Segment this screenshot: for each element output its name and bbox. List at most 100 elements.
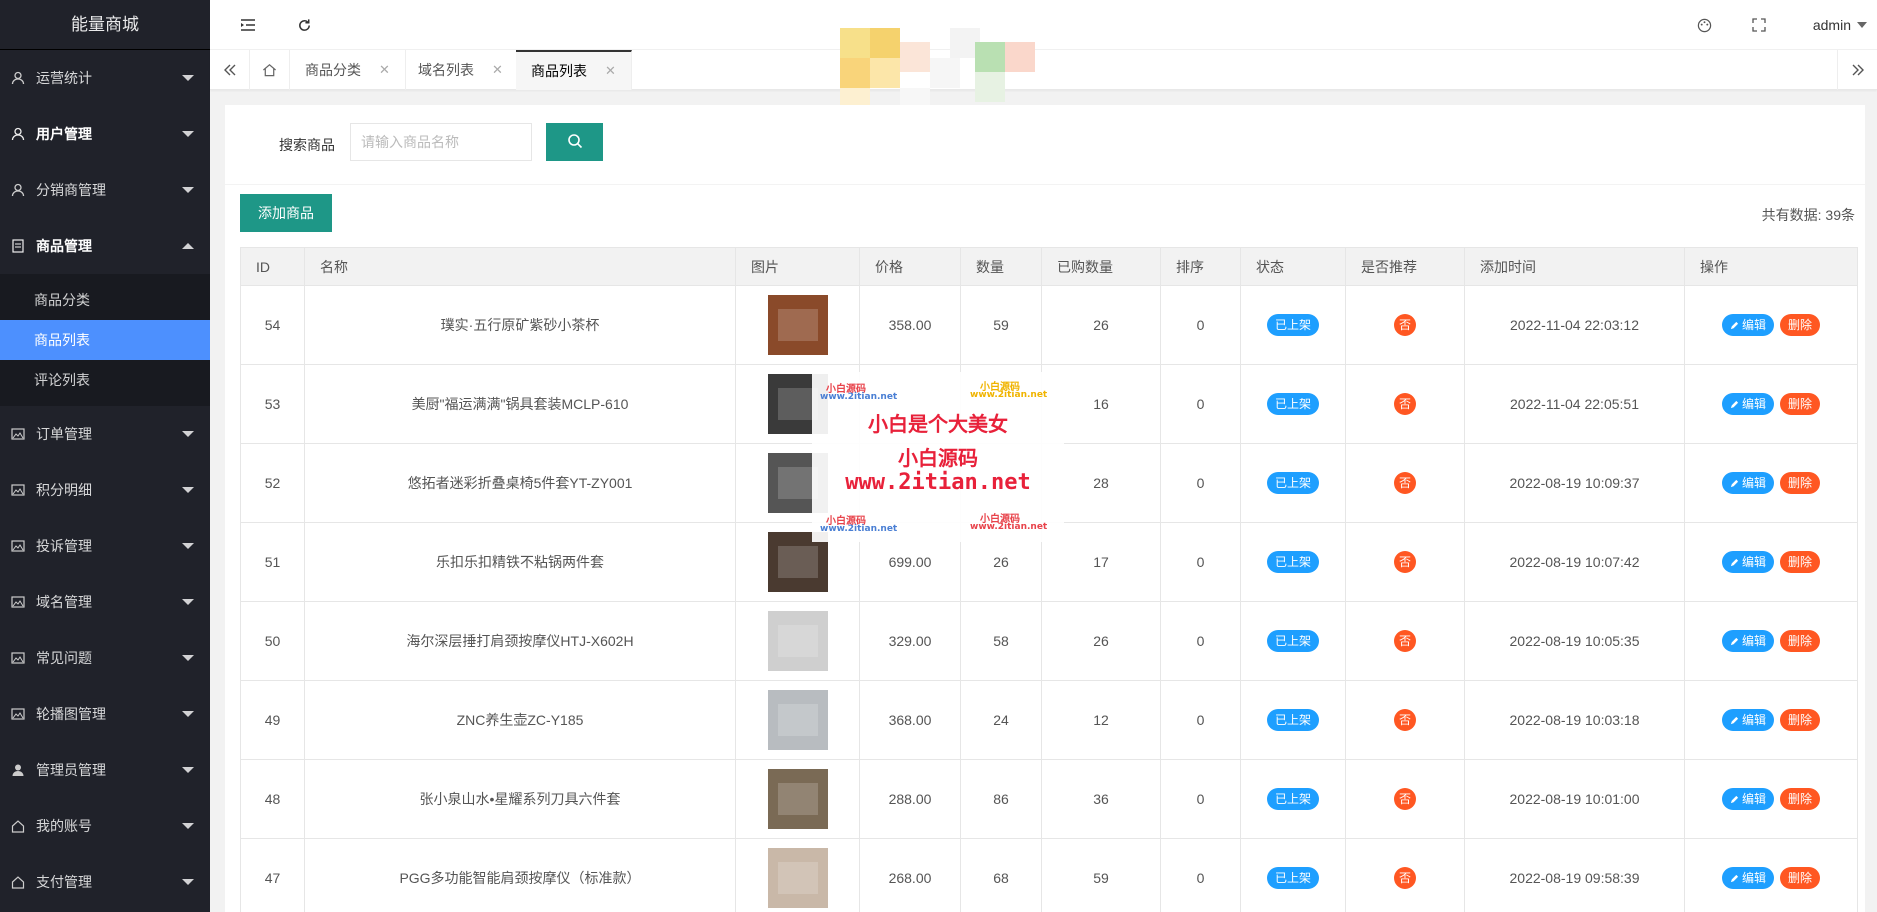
product-thumbnail[interactable] — [767, 690, 828, 750]
product-thumbnail[interactable] — [767, 769, 828, 829]
delete-button[interactable]: 删除 — [1780, 709, 1821, 731]
edit-button[interactable]: 编辑 — [1721, 314, 1774, 336]
product-thumbnail[interactable] — [767, 532, 828, 592]
sidebar-item-admins[interactable]: 管理员管理 — [0, 742, 210, 798]
table-row: 48 张小泉山水•星耀系列刀具六件套 288.00 86 36 0 已上架 否 2022-08-… — [240, 759, 1858, 839]
close-icon[interactable]: ✕ — [605, 63, 616, 79]
sidebar-subitem-product-list[interactable]: 商品列表 — [0, 320, 210, 360]
add-product-button[interactable]: 添加商品 — [240, 194, 332, 232]
cell-sort: 0 — [1160, 759, 1241, 839]
recommend-badge[interactable]: 否 — [1394, 393, 1416, 415]
cell-name: 璞实·五行原矿紫砂小茶杯 — [304, 285, 736, 365]
recommend-badge[interactable]: 否 — [1394, 788, 1416, 810]
table-row: 49 ZNC养生壶ZC-Y185 368.00 24 12 0 已上架 否 2022-08-19… — [240, 680, 1858, 760]
status-badge[interactable]: 已上架 — [1266, 867, 1319, 889]
cell-name: ZNC养生壶ZC-Y185 — [304, 680, 736, 760]
cell-recommend: 否 — [1345, 443, 1465, 523]
status-badge[interactable]: 已上架 — [1266, 314, 1319, 336]
close-icon[interactable]: ✕ — [379, 62, 390, 78]
search-button[interactable] — [546, 123, 603, 161]
collapse-menu-icon[interactable] — [230, 0, 266, 50]
cell-actions: 编辑 删除 — [1684, 443, 1858, 523]
edit-button[interactable]: 编辑 — [1721, 472, 1774, 494]
cell-recommend: 否 — [1345, 680, 1465, 760]
cell-quantity: 86 — [960, 759, 1042, 839]
tabs-scroll-right-icon[interactable] — [1837, 50, 1877, 90]
theme-palette-icon[interactable] — [1686, 0, 1722, 50]
status-badge[interactable]: 已上架 — [1266, 630, 1319, 652]
fullscreen-icon[interactable] — [1741, 0, 1777, 50]
sidebar-item-faq[interactable]: 常见问题 — [0, 630, 210, 686]
tab-product-categories[interactable]: 商品分类 ✕ — [290, 50, 406, 90]
status-badge[interactable]: 已上架 — [1266, 551, 1319, 573]
delete-button[interactable]: 删除 — [1780, 788, 1821, 810]
recommend-badge[interactable]: 否 — [1394, 709, 1416, 731]
edit-button[interactable]: 编辑 — [1721, 630, 1774, 652]
sidebar-item-banners[interactable]: 轮播图管理 — [0, 686, 210, 742]
edit-button[interactable]: 编辑 — [1721, 867, 1774, 889]
status-badge[interactable]: 已上架 — [1266, 393, 1319, 415]
delete-button[interactable]: 删除 — [1780, 867, 1821, 889]
cell-image — [735, 443, 860, 523]
recommend-badge[interactable]: 否 — [1394, 630, 1416, 652]
sidebar-item-orders[interactable]: 订单管理 — [0, 406, 210, 462]
delete-button[interactable]: 删除 — [1780, 393, 1821, 415]
sidebar-item-distributors[interactable]: 分销商管理 — [0, 162, 210, 218]
edit-label: 编辑 — [1741, 555, 1766, 569]
cell-image — [735, 759, 860, 839]
username: admin — [1812, 17, 1851, 33]
sidebar-item-users[interactable]: 用户管理 — [0, 106, 210, 162]
product-thumbnail[interactable] — [767, 374, 828, 434]
tab-home-icon[interactable] — [250, 50, 290, 90]
cell-image — [735, 364, 860, 444]
refresh-icon[interactable] — [286, 0, 322, 50]
edit-button[interactable]: 编辑 — [1721, 788, 1774, 810]
status-badge[interactable]: 已上架 — [1266, 472, 1319, 494]
status-badge[interactable]: 已上架 — [1266, 709, 1319, 731]
edit-label: 编辑 — [1741, 318, 1766, 332]
tabs-scroll-left-icon[interactable] — [210, 50, 250, 90]
user-icon — [10, 70, 26, 86]
edit-button[interactable]: 编辑 — [1721, 393, 1774, 415]
sidebar-item-domains[interactable]: 域名管理 — [0, 574, 210, 630]
recommend-badge[interactable]: 否 — [1394, 314, 1416, 336]
sidebar-subitem-categories[interactable]: 商品分类 — [0, 280, 210, 320]
product-thumbnail[interactable] — [767, 848, 828, 908]
tab-product-list[interactable]: 商品列表 ✕ — [516, 50, 632, 90]
cell-recommend: 否 — [1345, 522, 1465, 602]
recommend-badge[interactable]: 否 — [1394, 551, 1416, 573]
cell-sold: 16 — [1041, 364, 1161, 444]
delete-button[interactable]: 删除 — [1780, 472, 1821, 494]
cell-time: 2022-08-19 10:05:35 — [1464, 601, 1685, 681]
sidebar-item-products[interactable]: 商品管理 — [0, 218, 210, 274]
chevron-down-icon — [182, 75, 194, 81]
cell-quantity — [960, 364, 1042, 444]
sidebar-subitem-reviews[interactable]: 评论列表 — [0, 360, 210, 400]
product-thumbnail[interactable] — [767, 295, 828, 355]
edit-button[interactable]: 编辑 — [1721, 551, 1774, 573]
cell-id: 51 — [240, 522, 305, 602]
user-menu[interactable]: admin — [1813, 0, 1867, 50]
edit-label: 编辑 — [1741, 634, 1766, 648]
edit-button[interactable]: 编辑 — [1721, 709, 1774, 731]
delete-button[interactable]: 删除 — [1780, 630, 1821, 652]
pencil-icon — [1730, 400, 1739, 409]
delete-button[interactable]: 删除 — [1780, 314, 1821, 336]
status-badge[interactable]: 已上架 — [1266, 788, 1319, 810]
sidebar-item-label: 积分明细 — [36, 482, 92, 498]
sidebar-item-complaints[interactable]: 投诉管理 — [0, 518, 210, 574]
tab-domain-list[interactable]: 域名列表 ✕ — [403, 50, 519, 90]
sidebar-item-points[interactable]: 积分明细 — [0, 462, 210, 518]
search-input[interactable] — [350, 123, 532, 161]
close-icon[interactable]: ✕ — [492, 62, 503, 78]
delete-button[interactable]: 删除 — [1780, 551, 1821, 573]
product-thumbnail[interactable] — [767, 453, 828, 513]
recommend-badge[interactable]: 否 — [1394, 472, 1416, 494]
sidebar-item-payments[interactable]: 支付管理 — [0, 854, 210, 910]
edit-label: 编辑 — [1741, 476, 1766, 490]
product-thumbnail[interactable] — [767, 611, 828, 671]
recommend-badge[interactable]: 否 — [1394, 867, 1416, 889]
cell-quantity — [960, 443, 1042, 523]
sidebar-item-account[interactable]: 我的账号 — [0, 798, 210, 854]
sidebar-item-stats[interactable]: 运营统计 — [0, 50, 210, 106]
